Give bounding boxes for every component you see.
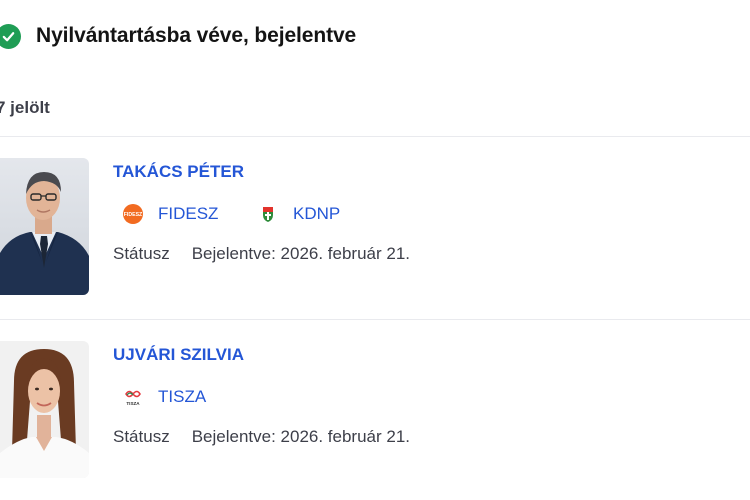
svg-text:TISZA: TISZA [126,401,140,406]
party-tisza-link[interactable]: TISZA TISZA [122,386,206,408]
party-name: TISZA [158,387,207,406]
party-name: FIDESZ [158,204,219,223]
candidate-photo[interactable] [0,341,89,478]
candidate-status: Státusz Bejelentve: 2026. február 21. [113,243,410,265]
candidate-photo[interactable] [0,158,89,295]
fidesz-logo-icon: FIDESZ [122,203,144,225]
party-name: KDNP [293,204,341,223]
party-kdnp-link[interactable]: KDNP [257,203,340,225]
divider [0,319,750,320]
party-fidesz-link[interactable]: FIDESZ FIDESZ [122,203,218,225]
candidate-name-link[interactable]: TAKÁCS PÉTER [113,161,244,183]
candidate-status: Státusz Bejelentve: 2026. február 21. [113,426,410,448]
kdnp-logo-icon [257,203,279,225]
status-label: Státusz [113,427,170,446]
tisza-logo-icon: TISZA [122,386,144,408]
divider [0,136,750,137]
status-value: Bejelentve: 2026. február 21. [191,244,411,263]
svg-text:FIDESZ: FIDESZ [124,212,143,218]
candidate-count: 7 jelölt [0,98,50,117]
check-circle-icon [0,24,21,49]
status-label: Státusz [113,244,170,263]
status-value: Bejelentve: 2026. február 21. [191,427,411,446]
candidate-name-link[interactable]: UJVÁRI SZILVIA [113,344,244,366]
section-title: Nyilvántartásba véve, bejelentve [36,24,357,47]
